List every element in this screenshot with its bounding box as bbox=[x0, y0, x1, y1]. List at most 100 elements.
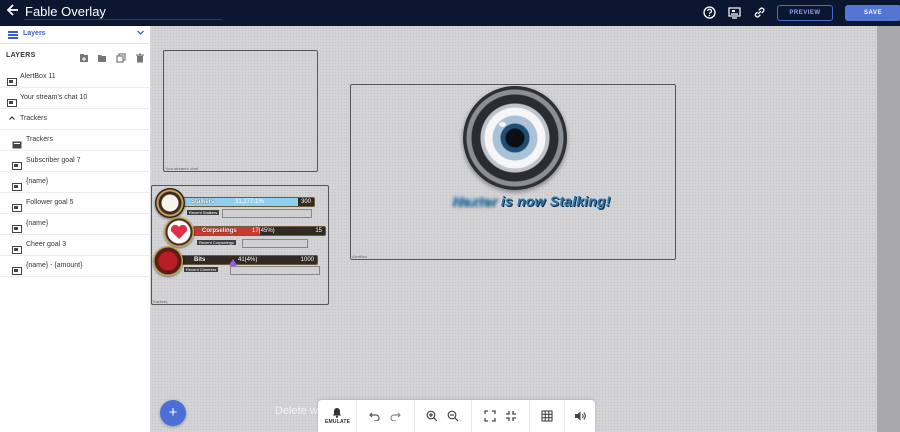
link-icon[interactable] bbox=[753, 6, 766, 19]
tracker-subbar bbox=[230, 266, 320, 275]
tracker-label: Bits bbox=[194, 257, 206, 263]
duplicate-icon[interactable] bbox=[116, 50, 126, 63]
chat-widget-frame[interactable] bbox=[163, 50, 318, 172]
tracker-bar-corpselings: Corpselings 17(45%) 15 bbox=[193, 226, 326, 236]
toolbar-divider bbox=[356, 400, 357, 432]
alert-text: is now Stalking! bbox=[496, 193, 611, 209]
widget-icon bbox=[12, 241, 22, 254]
shrink-button[interactable] bbox=[503, 400, 519, 432]
canvas-right-edge bbox=[877, 26, 900, 432]
rose-medal-icon bbox=[153, 246, 183, 276]
layer-label: Cheer goal 3 bbox=[26, 241, 67, 248]
preview-button[interactable]: PREVIEW bbox=[777, 5, 833, 21]
layer-row-trackers-group[interactable]: Trackers bbox=[0, 109, 151, 130]
tracker-count: 31,277.1% bbox=[235, 199, 264, 205]
back-arrow-icon[interactable] bbox=[6, 3, 22, 21]
eye-highlight bbox=[499, 122, 506, 127]
layer-row-chat[interactable]: Your stream's chat 10 bbox=[0, 88, 151, 109]
widget-icon bbox=[12, 262, 22, 275]
tracker-goal: 15 bbox=[315, 228, 322, 234]
layer-label: {name} bbox=[26, 220, 49, 227]
tracker-label: Stalkers bbox=[191, 199, 215, 205]
tracker-sublabel: Recent Cheerers bbox=[184, 267, 219, 272]
layer-label: AlertBox 11 bbox=[20, 73, 56, 80]
tracker-goal: 1000 bbox=[300, 257, 314, 263]
undo-icon bbox=[369, 412, 380, 421]
folder-icon bbox=[12, 136, 22, 149]
widget-icon bbox=[12, 199, 22, 212]
zoom-in-icon bbox=[426, 410, 438, 422]
chat-widget-caption: Your stream's chat bbox=[165, 166, 198, 171]
tracker-sublabel: Recent Corpselings bbox=[197, 240, 236, 245]
tracker-count: 41(4%) bbox=[238, 257, 258, 263]
chevron-down-icon bbox=[136, 28, 145, 39]
layer-label: Subscriber goal 7 bbox=[26, 157, 81, 164]
eye-medal-icon bbox=[155, 188, 185, 218]
layer-row-name-2[interactable]: {name} bbox=[0, 214, 151, 235]
alert-name: Nexter bbox=[452, 193, 497, 209]
alertbox-widget-caption: AlertBox bbox=[352, 254, 368, 259]
tracker-subbar bbox=[222, 209, 312, 218]
grid-toggle-button[interactable] bbox=[539, 400, 555, 432]
emulate-label: EMULATE bbox=[325, 419, 351, 425]
top-bar: Fable Overlay PREVIEW SAVE bbox=[0, 0, 900, 26]
layer-row-cheer-goal[interactable]: Cheer goal 3 bbox=[0, 235, 151, 256]
cast-icon[interactable] bbox=[728, 6, 741, 19]
layer-row-trackers[interactable]: Trackers bbox=[0, 130, 151, 151]
layer-label: Trackers bbox=[20, 115, 47, 122]
toolbar-divider bbox=[529, 400, 530, 432]
toolbar-divider bbox=[564, 400, 565, 432]
add-widget-button[interactable]: + bbox=[160, 400, 186, 426]
zoom-in-button[interactable] bbox=[424, 400, 440, 432]
ghost-hint-text: Delete w bbox=[275, 405, 318, 417]
layer-label: {name} - {amount} bbox=[26, 262, 83, 269]
add-layer-icon[interactable] bbox=[79, 50, 89, 62]
expand-icon bbox=[484, 410, 496, 422]
volume-button[interactable] bbox=[572, 400, 588, 432]
trackers-widget-caption: Trackers bbox=[152, 299, 168, 304]
redo-icon bbox=[390, 412, 401, 421]
undo-button[interactable] bbox=[367, 400, 383, 432]
trash-icon[interactable] bbox=[135, 50, 145, 63]
bits-gem-icon bbox=[229, 255, 237, 268]
emulate-button[interactable]: EMULATE bbox=[318, 400, 356, 432]
layer-row-alertbox[interactable]: AlertBox 11 bbox=[0, 67, 151, 88]
zoom-out-button[interactable] bbox=[445, 400, 461, 432]
title-underline bbox=[24, 19, 222, 20]
caret-up-icon[interactable] bbox=[8, 114, 16, 124]
layer-row-name-1[interactable]: {name} bbox=[0, 172, 151, 193]
overlay-title[interactable]: Fable Overlay bbox=[25, 4, 106, 20]
tracker-bar-bits: Bits 41(4%) 1000 bbox=[178, 255, 318, 265]
collapse-icon bbox=[506, 411, 516, 421]
canvas-toolbar: EMULATE bbox=[318, 400, 595, 432]
zoom-out-icon bbox=[447, 410, 459, 422]
widget-icon bbox=[7, 94, 17, 107]
tracker-bar-stalkers: Stalkers 31,277.1% 300 bbox=[182, 197, 315, 207]
heart-medal-icon bbox=[164, 217, 194, 247]
tracker-subbar bbox=[242, 239, 308, 248]
tracker-sublabel: Recent Stalkers bbox=[187, 210, 220, 215]
layer-label: Follower goal 5 bbox=[26, 199, 74, 206]
folder-icon[interactable] bbox=[97, 50, 107, 62]
tracker-count: 17(45%) bbox=[252, 228, 275, 234]
widget-icon bbox=[12, 157, 22, 170]
toolbar-divider bbox=[471, 400, 472, 432]
layer-row-follower-goal[interactable]: Follower goal 5 bbox=[0, 193, 151, 214]
tracker-goal: 300 bbox=[300, 199, 311, 205]
layer-row-subscriber-goal[interactable]: Subscriber goal 7 bbox=[0, 151, 151, 172]
bell-icon bbox=[332, 408, 342, 418]
layer-label: {name} bbox=[26, 178, 49, 185]
layers-dropdown[interactable]: Layers bbox=[0, 26, 151, 44]
toolbar-divider bbox=[414, 400, 415, 432]
help-icon[interactable] bbox=[703, 6, 716, 19]
save-button[interactable]: SAVE bbox=[845, 5, 900, 21]
widget-icon bbox=[7, 73, 17, 86]
tracker-label: Corpselings bbox=[202, 228, 237, 234]
widget-icon bbox=[12, 220, 22, 233]
volume-icon bbox=[575, 411, 586, 421]
layer-label: Trackers bbox=[26, 136, 53, 143]
layer-row-name-amount[interactable]: {name} - {amount} bbox=[0, 256, 151, 277]
widget-icon bbox=[12, 178, 22, 191]
redo-button[interactable] bbox=[388, 400, 404, 432]
fit-screen-button[interactable] bbox=[482, 400, 498, 432]
